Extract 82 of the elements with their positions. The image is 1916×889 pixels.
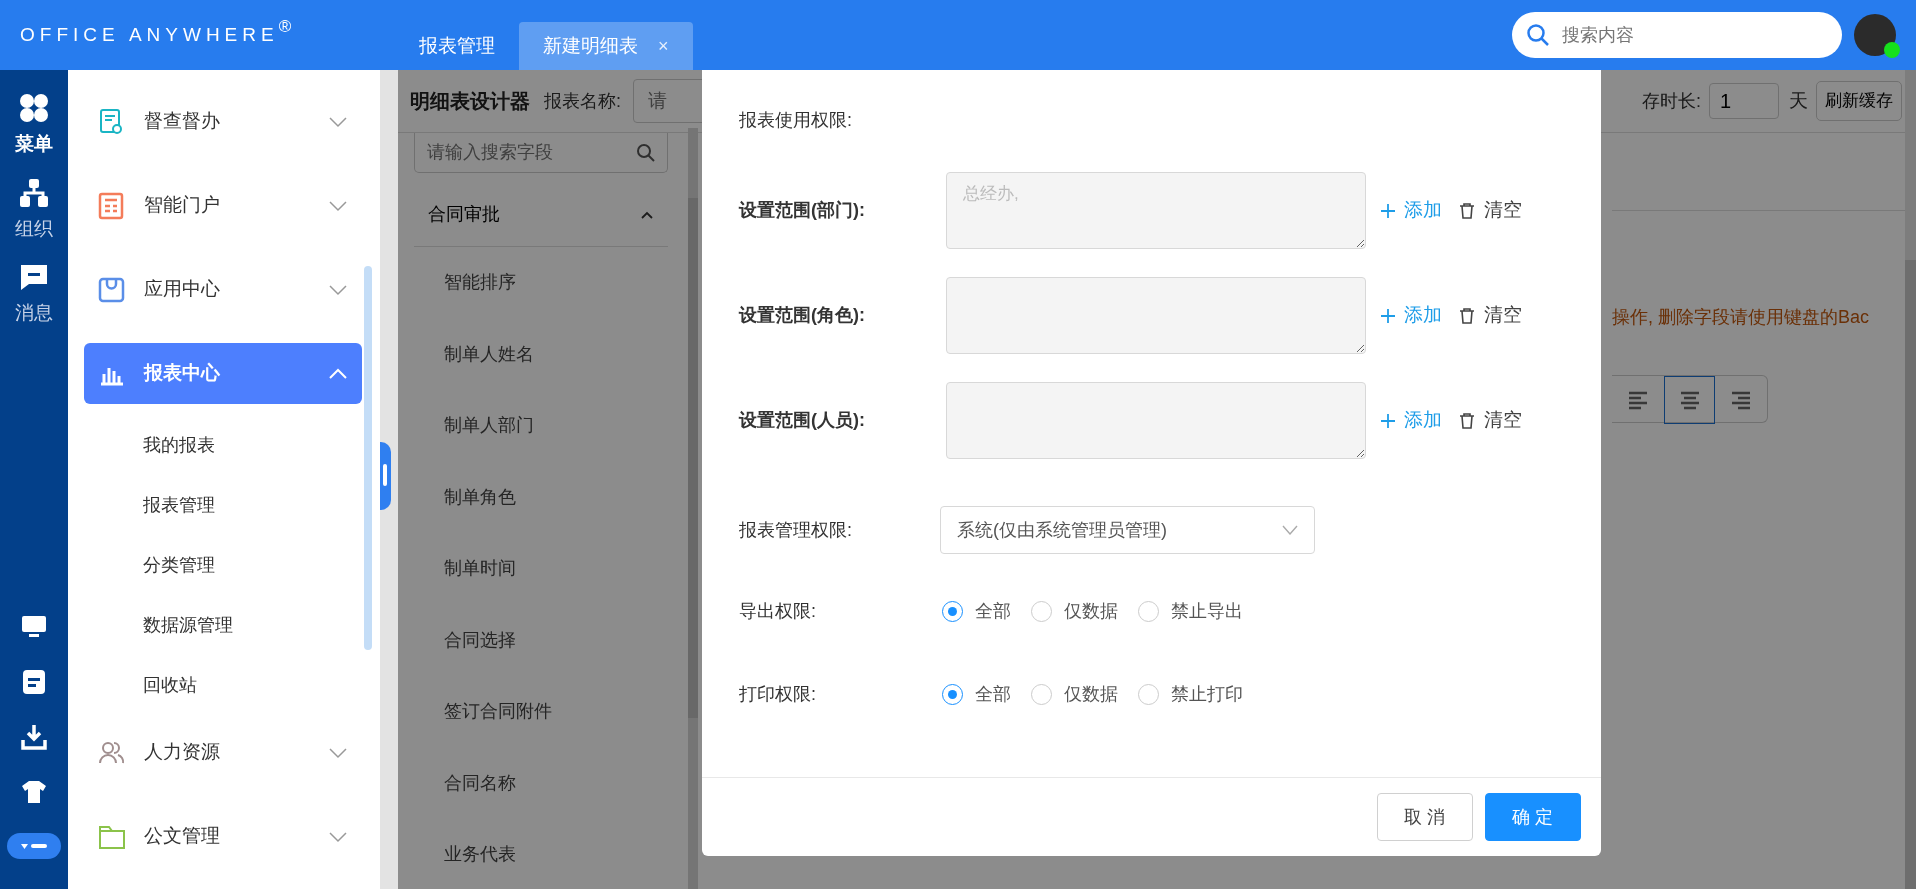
menu-item[interactable]: 公文管理 — [84, 806, 362, 867]
logo-text: OFFICE ANYWHERE$^{®}$ — [19, 20, 293, 47]
search-icon — [1526, 23, 1550, 47]
field-label: 设置范围(角色): — [739, 304, 866, 327]
submenu-item[interactable]: 分类管理 — [143, 535, 215, 595]
tab[interactable]: 报表管理 — [395, 22, 519, 70]
scrollbar[interactable] — [688, 128, 698, 889]
radio-option[interactable]: 全部 — [942, 681, 1011, 708]
toggle-icon[interactable] — [7, 833, 61, 859]
group-header[interactable]: 合同审批 — [414, 183, 668, 247]
chevron-up-icon — [640, 210, 654, 219]
chevron-down-icon — [328, 830, 348, 843]
submenu-item[interactable]: 数据源管理 — [143, 595, 233, 655]
trash-icon — [1458, 201, 1476, 220]
unit-label: 天 — [1789, 88, 1808, 113]
chevron-down-icon — [328, 115, 348, 128]
field-item[interactable]: 业务代表 — [414, 819, 668, 889]
section-label: 报表使用权限: — [739, 108, 853, 132]
radio-option[interactable]: 仅数据 — [1031, 598, 1118, 625]
form-icon — [98, 191, 126, 220]
menu-item[interactable]: 报表中心 — [84, 343, 362, 404]
field-item[interactable]: 智能排序 — [414, 247, 668, 319]
submenu-item[interactable]: 回收站 — [143, 655, 197, 715]
clear-link[interactable]: 清空 — [1458, 196, 1522, 225]
select-field[interactable]: 系统(仅由系统管理员管理) — [940, 506, 1315, 554]
field-item[interactable]: 合同选择 — [414, 604, 668, 676]
trash-icon — [1458, 411, 1476, 430]
radio-option[interactable]: 禁止打印 — [1138, 681, 1243, 708]
hint-text: 操作, 删除字段请使用键盘的Bac — [1612, 306, 1871, 329]
field-label: 设置范围(部门): — [739, 199, 866, 222]
chevron-down-icon — [328, 283, 348, 296]
menu-item[interactable]: 督查督办 — [84, 91, 362, 152]
plus-icon — [1380, 202, 1396, 219]
org-chart-icon — [18, 176, 50, 209]
scrollbar[interactable] — [364, 266, 372, 650]
field-label: 设置范围(人员): — [739, 409, 866, 432]
field-label: 打印权限: — [739, 683, 817, 706]
cache-input[interactable]: 1 — [1709, 83, 1779, 119]
trash-icon — [1458, 306, 1476, 325]
search-field[interactable]: 请输入搜索字段 — [414, 133, 668, 173]
designer-title: 明细表设计器 — [410, 89, 530, 114]
radio-option[interactable]: 仅数据 — [1031, 681, 1118, 708]
field-item[interactable]: 制单角色 — [414, 461, 668, 533]
radio-option[interactable]: 禁止导出 — [1138, 598, 1243, 625]
submenu-item[interactable]: 报表管理 — [143, 475, 215, 535]
grid-icon — [18, 92, 50, 124]
chevron-down-icon — [328, 746, 348, 759]
scrollbar[interactable] — [1905, 70, 1916, 889]
field-label: 存时长: — [1642, 89, 1701, 113]
field-label: 报表管理权限: — [739, 518, 853, 542]
menu-item[interactable]: 人力资源 — [84, 722, 362, 783]
document-icon[interactable] — [20, 668, 48, 696]
chevron-down-icon — [328, 199, 348, 212]
chevron-up-icon — [328, 367, 348, 380]
search-icon — [636, 143, 656, 163]
download-icon[interactable] — [20, 723, 48, 751]
field-item[interactable]: 制单人姓名 — [414, 318, 668, 390]
cancel-button[interactable]: 取 消 — [1377, 793, 1473, 841]
rail-item[interactable]: 消息 — [15, 261, 53, 328]
field-label: 报表名称: — [544, 89, 621, 113]
chevron-down-icon — [1282, 525, 1298, 535]
bag-icon — [98, 275, 126, 304]
radio-option[interactable]: 全部 — [942, 598, 1011, 625]
rail-item[interactable]: 组织 — [15, 176, 53, 243]
menu-item[interactable]: 智能门户 — [84, 175, 362, 236]
shirt-icon[interactable] — [20, 778, 48, 806]
submenu-item[interactable]: 我的报表 — [143, 415, 215, 475]
field-label: 导出权限: — [739, 600, 817, 623]
search-field[interactable]: 搜索内容 — [1512, 12, 1842, 58]
clear-link[interactable]: 清空 — [1458, 406, 1522, 435]
field-item[interactable]: 制单人部门 — [414, 390, 668, 462]
align-button[interactable] — [1663, 376, 1716, 424]
menu-item[interactable]: 应用中心 — [84, 259, 362, 320]
field-item[interactable]: 制单时间 — [414, 533, 668, 605]
plus-icon — [1380, 412, 1396, 429]
refresh-button[interactable]: 刷新缓存 — [1816, 81, 1902, 121]
field-item[interactable]: 签订合同附件 — [414, 676, 668, 748]
rail-item[interactable]: 菜单 — [15, 92, 53, 159]
plus-icon — [1380, 307, 1396, 324]
field-item[interactable]: 合同名称 — [414, 747, 668, 819]
clear-link[interactable]: 清空 — [1458, 301, 1522, 330]
collapse-handle[interactable] — [380, 442, 391, 510]
